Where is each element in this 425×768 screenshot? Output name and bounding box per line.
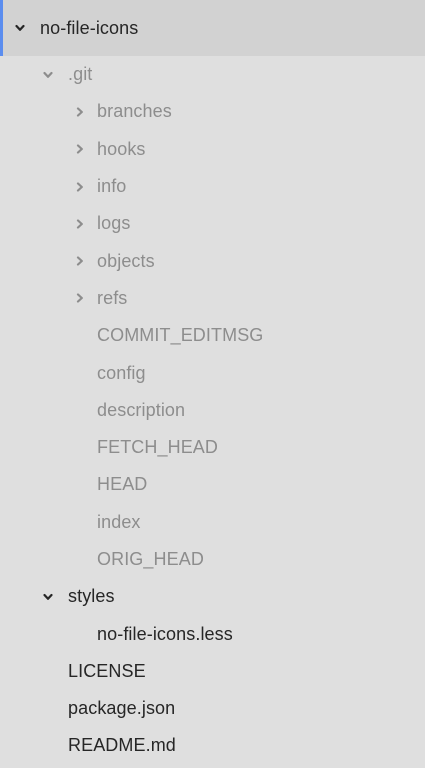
- file-label: no-file-icons.less: [97, 623, 233, 644]
- tree-file-no-file-icons-less[interactable]: no-file-icons.less: [0, 615, 425, 652]
- file-label: description: [97, 399, 186, 420]
- folder-label: refs: [97, 287, 128, 308]
- tree-file-license[interactable]: LICENSE: [0, 653, 425, 690]
- folder-label: info: [97, 176, 127, 197]
- tree-folder-branches[interactable]: branches: [0, 93, 425, 130]
- file-tree: no-file-icons .git branches hooks info l…: [0, 0, 425, 768]
- file-label: FETCH_HEAD: [97, 437, 219, 458]
- tree-file-head[interactable]: HEAD: [0, 466, 425, 503]
- tree-folder-git[interactable]: .git: [0, 56, 425, 93]
- folder-label: hooks: [97, 138, 146, 159]
- tree-file-fetch-head[interactable]: FETCH_HEAD: [0, 429, 425, 466]
- chevron-right-icon[interactable]: [72, 179, 88, 195]
- folder-label: no-file-icons: [40, 17, 139, 38]
- tree-file-package-json[interactable]: package.json: [0, 690, 425, 727]
- tree-folder-styles[interactable]: styles: [0, 578, 425, 615]
- file-label: COMMIT_EDITMSG: [97, 325, 264, 346]
- tree-folder-hooks[interactable]: hooks: [0, 131, 425, 168]
- file-label: index: [97, 511, 141, 532]
- folder-label: branches: [97, 101, 172, 122]
- tree-folder-objects[interactable]: objects: [0, 242, 425, 279]
- chevron-right-icon[interactable]: [72, 253, 88, 269]
- tree-file-description[interactable]: description: [0, 392, 425, 429]
- tree-file-readme-md[interactable]: README.md: [0, 727, 425, 764]
- chevron-right-icon[interactable]: [72, 216, 88, 232]
- chevron-down-icon[interactable]: [40, 589, 56, 605]
- folder-label: .git: [68, 64, 93, 85]
- tree-file-orig-head[interactable]: ORIG_HEAD: [0, 541, 425, 578]
- file-label: config: [97, 362, 146, 383]
- tree-folder-logs[interactable]: logs: [0, 205, 425, 242]
- folder-label: styles: [68, 586, 115, 607]
- tree-file-commit-editmsg[interactable]: COMMIT_EDITMSG: [0, 317, 425, 354]
- tree-folder-refs[interactable]: refs: [0, 280, 425, 317]
- chevron-right-icon[interactable]: [72, 141, 88, 157]
- chevron-down-icon[interactable]: [40, 67, 56, 83]
- folder-label: objects: [97, 250, 155, 271]
- tree-file-config[interactable]: config: [0, 354, 425, 391]
- chevron-right-icon[interactable]: [72, 104, 88, 120]
- file-label: README.md: [68, 735, 176, 756]
- file-label: LICENSE: [68, 660, 146, 681]
- tree-root-no-file-icons[interactable]: no-file-icons: [0, 0, 425, 56]
- folder-label: logs: [97, 213, 131, 234]
- chevron-right-icon[interactable]: [72, 290, 88, 306]
- tree-folder-info[interactable]: info: [0, 168, 425, 205]
- file-label: package.json: [68, 698, 176, 719]
- chevron-down-icon[interactable]: [12, 20, 28, 36]
- file-label: HEAD: [97, 474, 148, 495]
- file-label: ORIG_HEAD: [97, 549, 204, 569]
- tree-file-index[interactable]: index: [0, 504, 425, 541]
